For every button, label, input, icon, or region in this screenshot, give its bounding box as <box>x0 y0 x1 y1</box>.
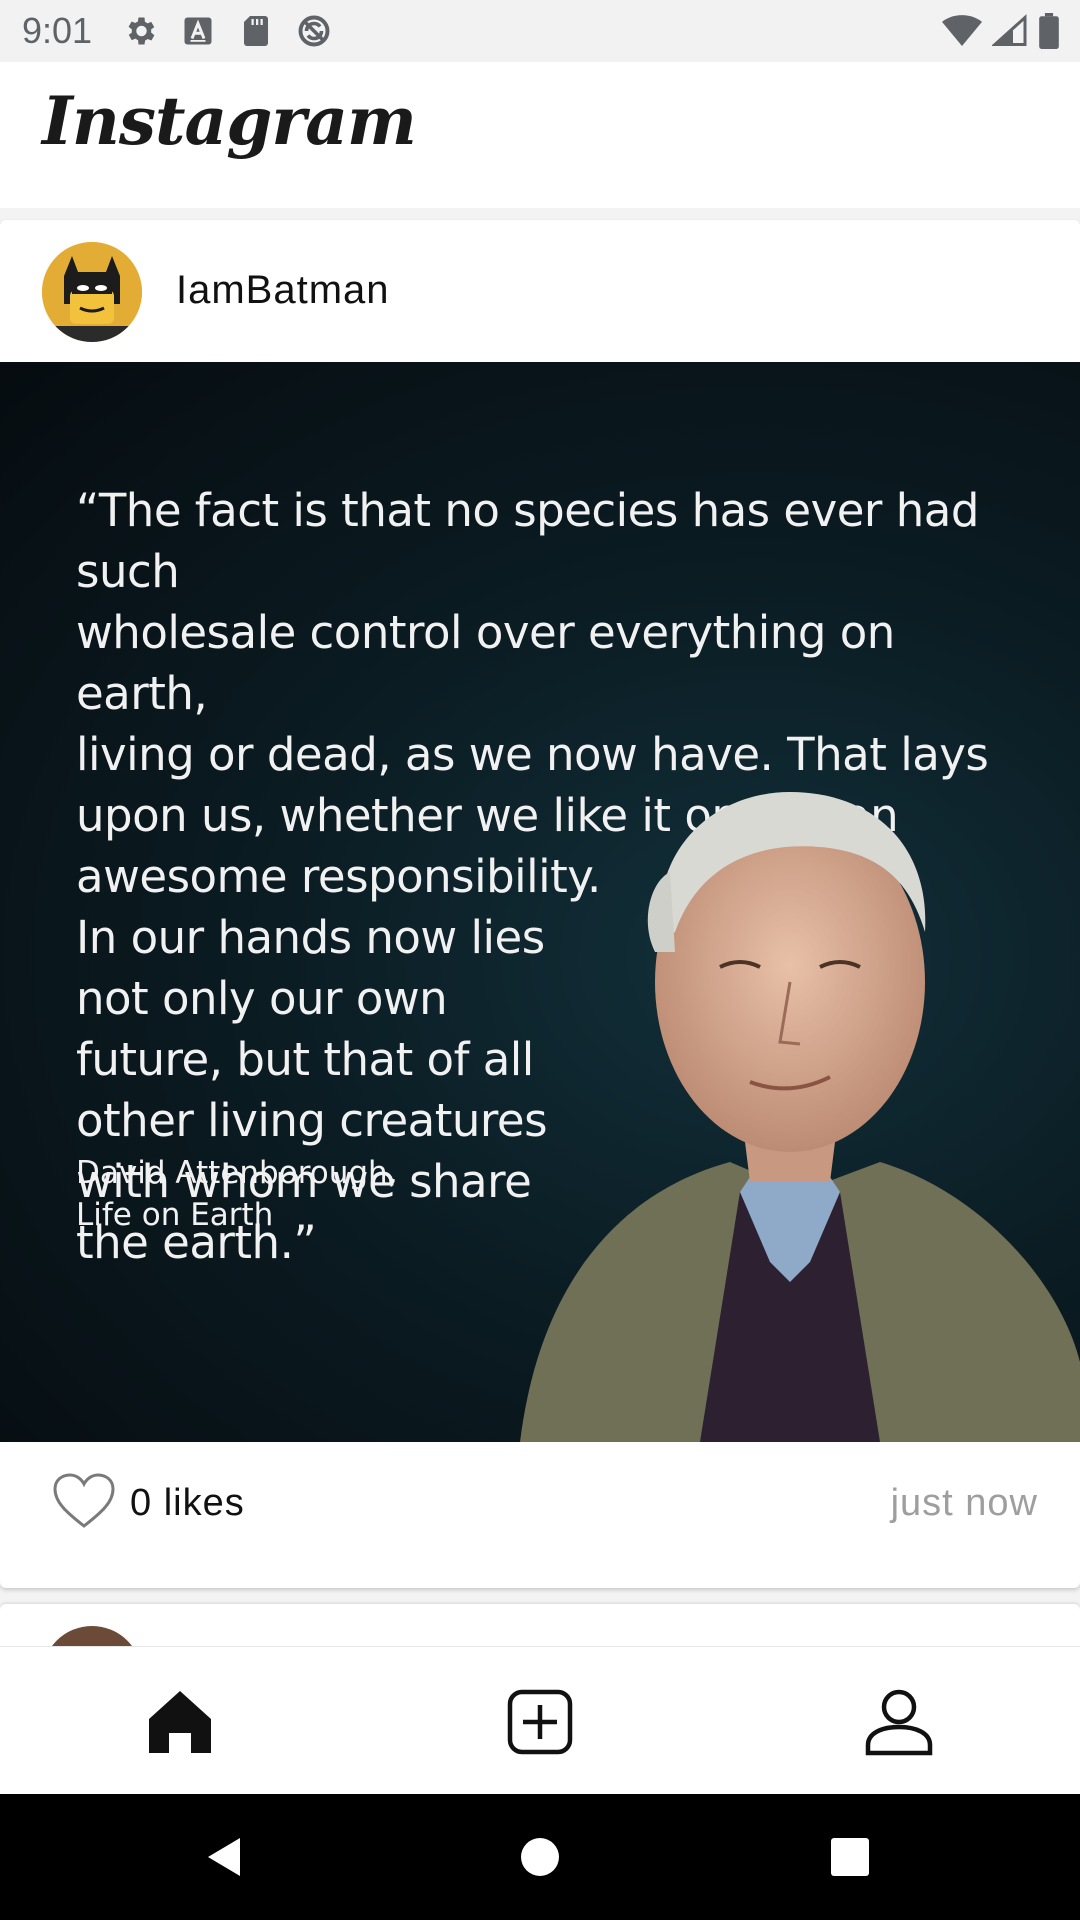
system-nav-bar <box>0 1794 1080 1920</box>
wifi-icon <box>942 15 982 46</box>
likes-count[interactable]: 0 likes <box>130 1482 245 1525</box>
status-time: 9:01 <box>22 10 93 51</box>
cell-signal-icon <box>992 14 1027 46</box>
batman-lego-avatar <box>42 242 142 342</box>
feed[interactable]: IamBatman “The fact is that no species h… <box>0 208 1080 1646</box>
profile-icon[interactable] <box>864 1687 934 1757</box>
gear-icon <box>128 17 155 45</box>
post-header: IamBatman <box>0 220 1080 362</box>
status-icons-left <box>122 13 332 49</box>
bottom-nav <box>0 1646 1080 1795</box>
status-bar: 9:01 <box>0 0 1080 62</box>
battery-icon <box>1039 13 1059 49</box>
username[interactable]: IamBatman <box>176 268 390 313</box>
avatar[interactable] <box>42 242 142 342</box>
add-post-icon[interactable] <box>505 1687 575 1757</box>
home-icon[interactable] <box>145 1687 215 1757</box>
home-circle-icon[interactable] <box>515 1832 565 1882</box>
post-footer: 0 likes just now <box>0 1442 1080 1588</box>
next-post-card <box>0 1604 1080 1646</box>
status-icons-right <box>942 13 1060 49</box>
sd-card-icon <box>244 16 268 46</box>
post-image[interactable]: “The fact is that no species has ever ha… <box>0 362 1080 1442</box>
sync-icon <box>298 15 330 47</box>
portrait-illustration <box>520 792 1080 1442</box>
next-post-avatar[interactable] <box>42 1626 142 1646</box>
post-card: IamBatman “The fact is that no species h… <box>0 220 1080 1588</box>
recents-icon[interactable] <box>825 1832 875 1882</box>
heart-outline-icon[interactable] <box>52 1472 116 1530</box>
back-icon[interactable] <box>200 1832 250 1882</box>
quote-attribution: David Attenborough, Life on Earth <box>76 1155 398 1233</box>
post-timestamp: just now <box>890 1482 1038 1524</box>
screen: 9:01 Instagram IamBatman “The fact is th… <box>0 0 1080 1920</box>
app-bar: Instagram <box>0 62 1080 210</box>
app-logo: Instagram <box>42 82 417 160</box>
a-box-icon <box>184 17 212 45</box>
